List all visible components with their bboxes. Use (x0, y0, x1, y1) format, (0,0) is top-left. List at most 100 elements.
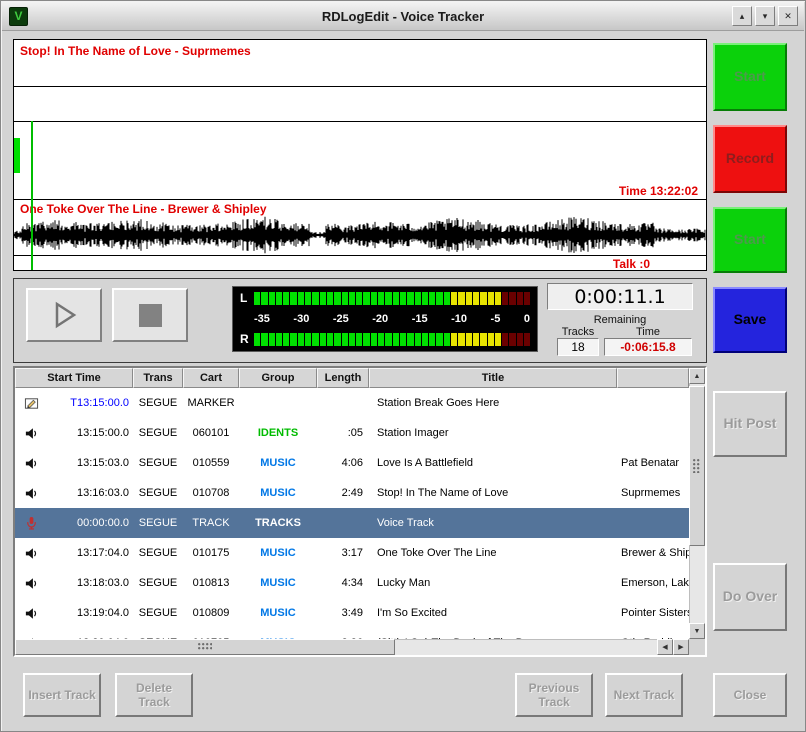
cell-artist: Pointer Sisters (617, 607, 689, 619)
log-rows: T13:15:00.0SEGUEMARKERStation Break Goes… (15, 388, 689, 639)
log-row[interactable]: 00:00:00.0SEGUETRACKTRACKSVoice Track (15, 508, 689, 538)
header-artist[interactable] (617, 368, 689, 388)
horizontal-scrollbar[interactable]: ◀ ▶ (15, 639, 689, 655)
log-row[interactable]: 13:16:03.0SEGUE010708MUSIC2:49Stop! In T… (15, 478, 689, 508)
meter-segment (276, 333, 282, 346)
meter-segment (415, 292, 421, 305)
meter-segment (488, 292, 494, 305)
header-start-time[interactable]: Start Time (15, 368, 133, 388)
meter-segment (415, 333, 421, 346)
mic-icon (15, 516, 47, 531)
log-row[interactable]: 13:17:04.0SEGUE010175MUSIC3:17One Toke O… (15, 538, 689, 568)
scroll-up-button[interactable]: ▲ (689, 368, 705, 384)
remaining-label: Remaining (547, 314, 693, 326)
log-row[interactable]: 13:15:03.0SEGUE010559MUSIC4:06Love Is A … (15, 448, 689, 478)
cell-artist: Pat Benatar (617, 457, 689, 469)
meter-segment (458, 333, 464, 346)
app-icon: V (9, 7, 28, 26)
waveform-path (14, 217, 705, 253)
delete-track-button[interactable]: Delete Track (115, 673, 193, 717)
header-cart[interactable]: Cart (183, 368, 239, 388)
cell-length: 3:49 (317, 607, 369, 619)
meter-segment (334, 333, 340, 346)
meter-segment (283, 333, 289, 346)
start-track2-button[interactable]: Start (713, 207, 787, 273)
header-group[interactable]: Group (239, 368, 317, 388)
cell-title: Station Break Goes Here (369, 397, 617, 409)
cell-cart: 010813 (183, 577, 239, 589)
play-button[interactable] (26, 288, 102, 342)
hit-post-button[interactable]: Hit Post (713, 391, 787, 457)
speaker-icon (15, 606, 47, 621)
meter-segment (320, 292, 326, 305)
record-position-marker (14, 138, 20, 173)
marker-icon (15, 396, 47, 411)
log-row[interactable]: 13:18:03.0SEGUE010813MUSIC4:34Lucky ManE… (15, 568, 689, 598)
cell-start-time: 13:15:00.0 (47, 427, 133, 439)
cell-title: Station Imager (369, 427, 617, 439)
stop-button[interactable] (112, 288, 188, 342)
cell-group: MUSIC (239, 607, 317, 619)
time-label: Time 13:22:02 (619, 184, 698, 198)
cell-start-time: 13:18:03.0 (47, 577, 133, 589)
meter-segment (451, 292, 457, 305)
cell-group: IDENTS (239, 427, 317, 439)
record-button[interactable]: Record (713, 125, 787, 193)
meter-segment (261, 333, 267, 346)
cell-cart: 010708 (183, 487, 239, 499)
log-row[interactable]: T13:15:00.0SEGUEMARKERStation Break Goes… (15, 388, 689, 418)
cell-start-time: 13:16:03.0 (47, 487, 133, 499)
save-button[interactable]: Save (713, 287, 787, 353)
meter-segment (393, 333, 399, 346)
meter-segment (349, 333, 355, 346)
cell-title: One Toke Over The Line (369, 547, 617, 559)
header-trans[interactable]: Trans (133, 368, 183, 388)
meter-segment (371, 292, 377, 305)
cell-group: MUSIC (239, 577, 317, 589)
meter-scale-tick: 0 (524, 313, 530, 326)
cell-group: MUSIC (239, 457, 317, 469)
cell-cart: 010559 (183, 457, 239, 469)
previous-track-button[interactable]: Previous Track (515, 673, 593, 717)
meter-right-label: R (240, 332, 254, 347)
start-track1-button[interactable]: Start (713, 43, 787, 111)
header-length[interactable]: Length (317, 368, 369, 388)
horizontal-scroll-thumb[interactable] (15, 639, 395, 655)
cell-trans: SEGUE (133, 457, 183, 469)
log-row[interactable]: 13:19:04.0SEGUE010809MUSIC3:49I'm So Exc… (15, 598, 689, 628)
scroll-right-button[interactable]: ▶ (673, 639, 689, 655)
close-button[interactable]: Close (713, 673, 787, 717)
window-controls: ▴▾✕ (732, 6, 798, 26)
vertical-scroll-thumb[interactable] (689, 386, 705, 546)
meter-segment (269, 292, 275, 305)
titlebar[interactable]: V RDLogEdit - Voice Tracker ▴▾✕ (2, 2, 804, 31)
next-track-button[interactable]: Next Track (605, 673, 683, 717)
voice-tracker-display[interactable]: Stop! In The Name of Love - Suprmemes Ti… (13, 39, 707, 271)
transport-panel: L -35-30-25-20-15-10-50 R 0:00:11.1 Rema… (13, 278, 707, 363)
meter-scale-tick: -30 (293, 313, 309, 326)
meter-segment (422, 292, 428, 305)
meter-left-segments (254, 292, 530, 305)
cell-artist: Suprmemes (617, 487, 689, 499)
log-row[interactable]: 13:15:00.0SEGUE060101IDENTS:05Station Im… (15, 418, 689, 448)
cell-trans: SEGUE (133, 397, 183, 409)
window-close-button[interactable]: ✕ (778, 6, 798, 26)
meter-segment (444, 333, 450, 346)
scroll-left-button[interactable]: ◀ (657, 639, 673, 655)
cell-artist: Brewer & Shipley (617, 547, 689, 559)
speaker-icon (15, 486, 47, 501)
log-row[interactable]: 13:20:04.0SEGUE010705MUSIC3:36(Sittin' O… (15, 628, 689, 639)
vertical-scrollbar[interactable]: ▲ ▼ (689, 368, 705, 655)
waveform[interactable] (14, 215, 706, 256)
scroll-down-button[interactable]: ▼ (689, 623, 705, 639)
window-maximize-button[interactable]: ▾ (755, 6, 775, 26)
cell-cart: 010175 (183, 547, 239, 559)
cell-trans: SEGUE (133, 607, 183, 619)
speaker-icon (15, 546, 47, 561)
window-shade-button[interactable]: ▴ (732, 6, 752, 26)
header-title[interactable]: Title (369, 368, 617, 388)
meter-segment (327, 333, 333, 346)
cell-group: MUSIC (239, 487, 317, 499)
do-over-button[interactable]: Do Over (713, 563, 787, 631)
insert-track-button[interactable]: Insert Track (23, 673, 101, 717)
